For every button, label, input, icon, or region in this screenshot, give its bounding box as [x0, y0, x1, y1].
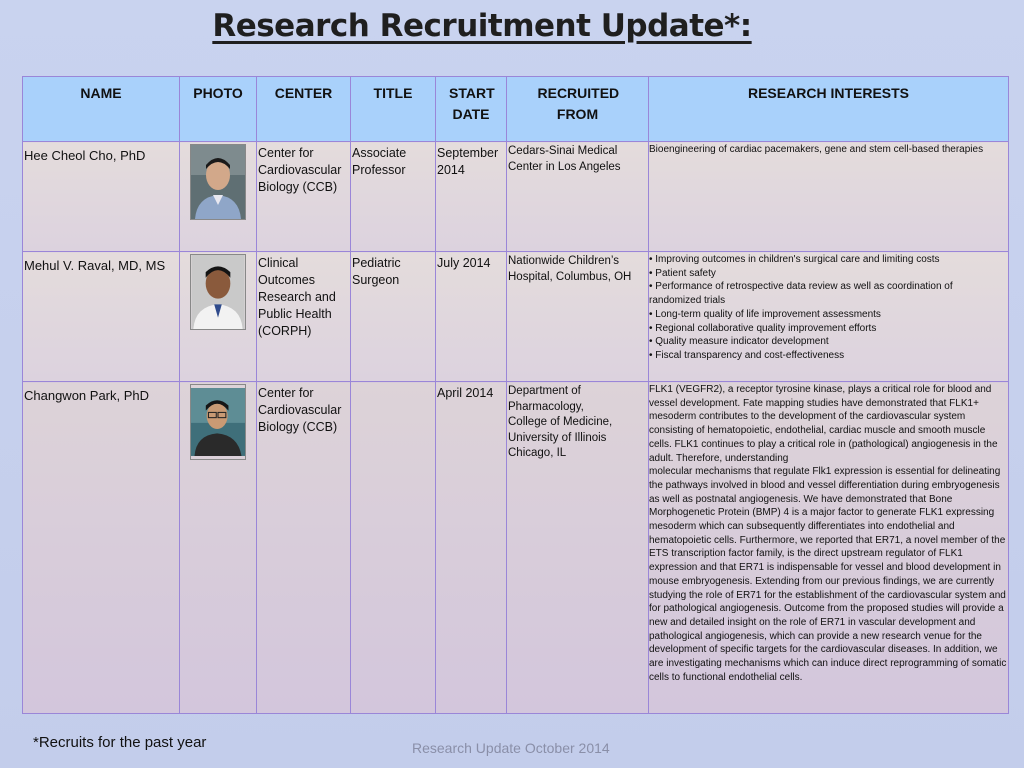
header-recruited-from: RECRUITED FROM: [506, 76, 649, 142]
header-research-interests: RESEARCH INTERESTS: [648, 76, 1009, 142]
title-cell: Associate Professor: [350, 141, 436, 252]
recruited-from-cell: Nationwide Children’s Hospital, Columbus…: [506, 251, 649, 382]
name-cell: Hee Cheol Cho, PhD: [22, 141, 180, 252]
title-text: [351, 382, 435, 385]
interests-paragraph: molecular mechanisms that regulate Flk1 …: [649, 466, 1001, 519]
research-interests-text: FLK1 (VEGFR2), a receptor tyrosine kinas…: [649, 382, 1008, 684]
page-title: Research Recruitment Update*:: [212, 8, 752, 44]
research-interests-text: Bioengineering of cardiac pacemakers, ge…: [649, 144, 984, 155]
title-text: Pediatric Surgeon: [352, 256, 401, 287]
recruited-from-cell: Cedars-Sinai Medical Center in Los Angel…: [506, 141, 649, 252]
header-row: NAME PHOTO CENTER TITLE START DATE RECRU…: [22, 76, 1009, 142]
photo-cell: [179, 381, 257, 714]
header-start-date-label: START DATE: [449, 85, 495, 122]
start-date-cell: September 2014: [435, 141, 507, 252]
recruited-from-line: University of Illinois Chicago, IL: [508, 431, 607, 460]
header-title: TITLE: [350, 76, 436, 142]
center-text: Center for Cardiovascular Biology (CCB): [258, 386, 342, 434]
person-photo: [190, 144, 246, 220]
recruited-from-text: Nationwide Children’s Hospital, Columbus…: [508, 255, 632, 283]
photo-cell: [179, 251, 257, 382]
table-row: Mehul V. Raval, MD, MS Clinical Outcomes…: [22, 251, 1009, 382]
start-date-text: September 2014: [437, 146, 499, 177]
list-item: • Quality measure indicator development: [649, 336, 829, 348]
slide-footer: Research Update October 2014: [412, 740, 610, 756]
center-text: Clinical Outcomes Research and Public He…: [258, 256, 336, 338]
name-cell: Mehul V. Raval, MD, MS: [22, 251, 180, 382]
interests-paragraph: FLK1 (VEGFR2), a receptor tyrosine kinas…: [649, 384, 998, 464]
recruited-from-cell: Department of Pharmacology, College of M…: [506, 381, 649, 714]
recruited-from-text: Cedars-Sinai Medical Center in Los Angel…: [508, 145, 621, 173]
recruited-from-line: Department of Pharmacology,: [508, 385, 584, 413]
recruited-from-line: College of Medicine,: [508, 416, 613, 428]
list-item: • Long-term quality of life improvement …: [649, 308, 881, 320]
start-date-text: July 2014: [437, 256, 491, 270]
start-date-text: April 2014: [437, 386, 494, 400]
footnote: *Recruits for the past year: [33, 734, 207, 751]
person-name: Changwon Park, PhD: [24, 388, 150, 403]
interests-paragraph: mesoderm which can subsequently differen…: [649, 521, 1007, 683]
person-name: Mehul V. Raval, MD, MS: [24, 258, 166, 273]
list-item: • Patient safety: [649, 267, 716, 279]
start-date-cell: April 2014: [435, 381, 507, 714]
list-item: • Regional collaborative quality improve…: [649, 322, 877, 334]
list-item: • Performance of retrospective data revi…: [649, 281, 953, 307]
table-row: Hee Cheol Cho, PhD Center for Cardiovasc…: [22, 141, 1009, 252]
header-photo: PHOTO: [179, 76, 257, 142]
header-center: CENTER: [256, 76, 351, 142]
title-text: Associate Professor: [352, 146, 407, 177]
header-name: NAME: [22, 76, 180, 142]
person-photo: [190, 254, 246, 330]
center-cell: Clinical Outcomes Research and Public He…: [256, 251, 351, 382]
research-interests-cell: Bioengineering of cardiac pacemakers, ge…: [648, 141, 1009, 252]
title-cell: [350, 381, 436, 714]
recruited-from-text: Department of Pharmacology, College of M…: [507, 382, 648, 462]
person-name: Hee Cheol Cho, PhD: [24, 148, 146, 163]
start-date-cell: July 2014: [435, 251, 507, 382]
research-interests-cell: FLK1 (VEGFR2), a receptor tyrosine kinas…: [648, 381, 1009, 714]
header-recruited-from-label: RECRUITED FROM: [537, 85, 620, 122]
research-interests-list: • Improving outcomes in children's surgi…: [649, 252, 1008, 363]
person-photo: [190, 384, 246, 460]
center-cell: Center for Cardiovascular Biology (CCB): [256, 381, 351, 714]
center-text: Center for Cardiovascular Biology (CCB): [258, 146, 342, 194]
photo-cell: [179, 141, 257, 252]
recruitment-table: NAME PHOTO CENTER TITLE START DATE RECRU…: [22, 76, 1009, 714]
list-item: • Fiscal transparency and cost-effective…: [649, 349, 845, 361]
title-cell: Pediatric Surgeon: [350, 251, 436, 382]
table-row: Changwon Park, PhD Center for Cardiovasc…: [22, 381, 1009, 714]
name-cell: Changwon Park, PhD: [22, 381, 180, 714]
research-interests-cell: • Improving outcomes in children's surgi…: [648, 251, 1009, 382]
list-item: • Improving outcomes in children's surgi…: [649, 254, 940, 265]
header-start-date: START DATE: [435, 76, 507, 142]
center-cell: Center for Cardiovascular Biology (CCB): [256, 141, 351, 252]
